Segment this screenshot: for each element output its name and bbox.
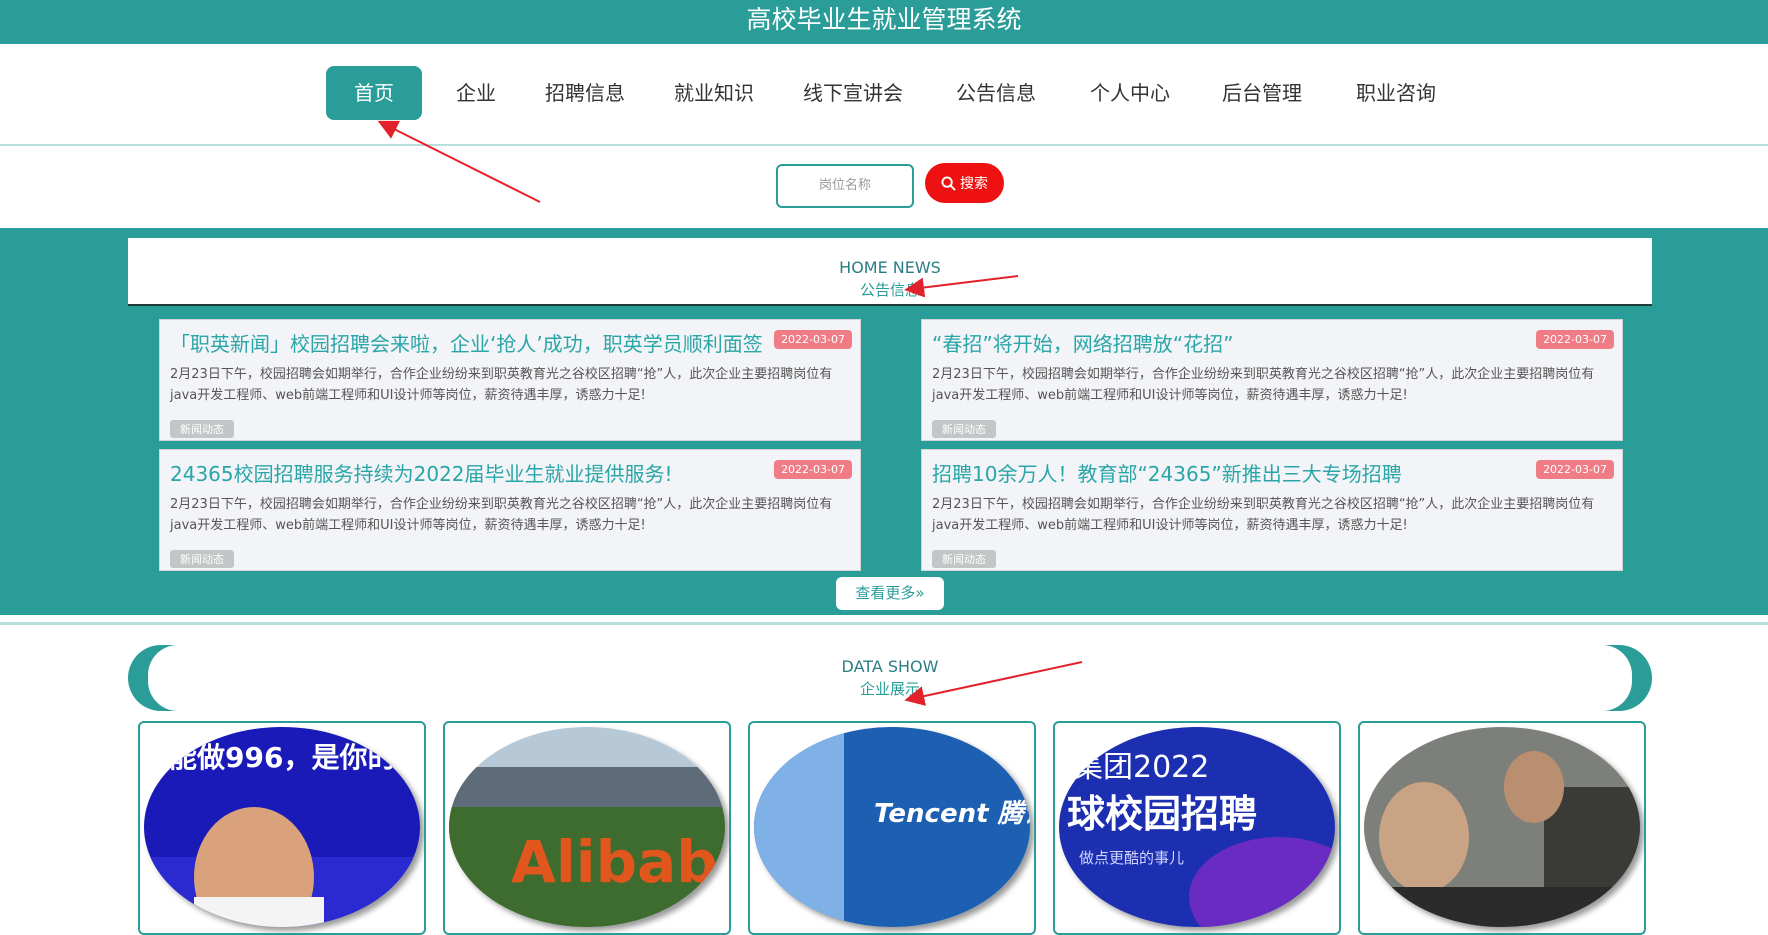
nav-item-jobs[interactable]: 招聘信息 <box>545 66 625 120</box>
header-divider <box>128 304 1652 306</box>
main-nav: 首页 企业 招聘信息 就业知识 线下宣讲会 公告信息 个人中心 后台管理 职业咨… <box>0 44 1768 146</box>
news-card[interactable]: “春招”将开始，网络招聘放“花招” 2022-03-07 2月23日下午，校园招… <box>921 319 1623 441</box>
news-tag: 新闻动态 <box>170 550 234 568</box>
news-title[interactable]: 24365校园招聘服务持续为2022届毕业生就业提供服务! <box>170 458 673 487</box>
news-title[interactable]: 招聘10余万人！教育部“24365”新推出三大专场招聘 <box>932 458 1402 487</box>
nav-item-knowledge[interactable]: 就业知识 <box>674 66 754 120</box>
company-image-caption-2: 球校园招聘 <box>1067 792 1257 836</box>
nav-item-notice[interactable]: 公告信息 <box>956 66 1036 120</box>
news-tag: 新闻动态 <box>932 550 996 568</box>
nav-item-home[interactable]: 首页 <box>326 66 422 120</box>
news-card[interactable]: 招聘10余万人！教育部“24365”新推出三大专场招聘 2022-03-07 2… <box>921 449 1623 571</box>
search-input[interactable] <box>776 164 914 208</box>
news-title[interactable]: 「职英新闻」校园招聘会来啦，企业‘抢人’成功，职英学员顺利面签 <box>170 328 763 357</box>
data-section-title-cn: 企业展示 <box>859 680 920 698</box>
news-tag: 新闻动态 <box>932 420 996 438</box>
search-button[interactable]: 搜索 <box>925 163 1004 203</box>
company-card[interactable]: 能做996，是你的福 <box>138 721 426 935</box>
app-title: 高校毕业生就业管理系统 <box>746 5 1022 34</box>
app-header: 高校毕业生就业管理系统 <box>0 0 1768 44</box>
view-more-button[interactable]: 查看更多» <box>836 577 944 610</box>
data-section-header: DATA SHOW 企业展示 <box>128 645 1652 711</box>
company-image[interactable]: Alibaba <box>449 727 725 927</box>
news-date-badge: 2022-03-07 <box>1536 330 1614 349</box>
news-summary: 2月23日下午，校园招聘会如期举行，合作企业纷纷来到职英教育光之谷校区招聘“抢”… <box>932 367 1595 403</box>
search-row: 搜索 <box>0 146 1768 228</box>
double-chevron-right-icon: » <box>915 584 925 602</box>
news-date-badge: 2022-03-07 <box>774 460 852 479</box>
news-section: HOME NEWS 公告信息 「职英新闻」校园招聘会来啦，企业‘抢人’成功，职英… <box>0 228 1768 615</box>
nav-item-seminar[interactable]: 线下宣讲会 <box>803 66 903 120</box>
news-tag: 新闻动态 <box>170 420 234 438</box>
news-summary: 2月23日下午，校园招聘会如期举行，合作企业纷纷来到职英教育光之谷校区招聘“抢”… <box>170 497 833 533</box>
news-date-badge: 2022-03-07 <box>1536 460 1614 479</box>
nav-item-profile[interactable]: 个人中心 <box>1090 66 1170 120</box>
company-image-caption-3: 做点更酷的事儿 <box>1079 849 1184 867</box>
company-card[interactable]: Alibaba <box>443 721 731 935</box>
nav-item-consult[interactable]: 职业咨询 <box>1356 66 1436 120</box>
news-date-badge: 2022-03-07 <box>774 330 852 349</box>
search-icon <box>941 175 956 191</box>
news-title[interactable]: “春招”将开始，网络招聘放“花招” <box>932 328 1233 357</box>
section-divider <box>0 622 1768 625</box>
nav-item-admin[interactable]: 后台管理 <box>1222 66 1302 120</box>
company-card[interactable]: Tencent 腾讯 <box>748 721 1036 935</box>
company-image-caption: Alibaba <box>511 828 725 896</box>
news-card[interactable]: 24365校园招聘服务持续为2022届毕业生就业提供服务! 2022-03-07… <box>159 449 861 571</box>
company-card[interactable] <box>1358 721 1646 935</box>
company-card[interactable]: 集团2022 球校园招聘 做点更酷的事儿 <box>1053 721 1341 935</box>
company-image-caption-1: 集团2022 <box>1073 750 1209 785</box>
news-section-title-cn: 公告信息 <box>859 281 920 299</box>
news-summary: 2月23日下午，校园招聘会如期举行，合作企业纷纷来到职英教育光之谷校区招聘“抢”… <box>170 367 833 403</box>
news-summary: 2月23日下午，校园招聘会如期举行，合作企业纷纷来到职英教育光之谷校区招聘“抢”… <box>932 497 1595 533</box>
company-image-caption: 能做996，是你的福 <box>169 741 420 774</box>
data-section-header-inner: DATA SHOW 企业展示 <box>148 645 1632 711</box>
search-button-label: 搜索 <box>960 176 988 192</box>
nav-item-company[interactable]: 企业 <box>452 66 500 120</box>
company-image[interactable]: Tencent 腾讯 <box>754 727 1030 927</box>
data-section-title-en: DATA SHOW <box>841 657 939 676</box>
company-image[interactable]: 能做996，是你的福 <box>144 727 420 927</box>
view-more-label: 查看更多 <box>855 584 916 602</box>
news-section-title-en: HOME NEWS <box>839 258 941 277</box>
company-image[interactable] <box>1364 727 1640 927</box>
news-section-header: HOME NEWS 公告信息 <box>128 238 1652 304</box>
news-card[interactable]: 「职英新闻」校园招聘会来啦，企业‘抢人’成功，职英学员顺利面签 2022-03-… <box>159 319 861 441</box>
company-image-caption: Tencent 腾讯 <box>874 799 1030 829</box>
company-image[interactable]: 集团2022 球校园招聘 做点更酷的事儿 <box>1059 727 1335 927</box>
